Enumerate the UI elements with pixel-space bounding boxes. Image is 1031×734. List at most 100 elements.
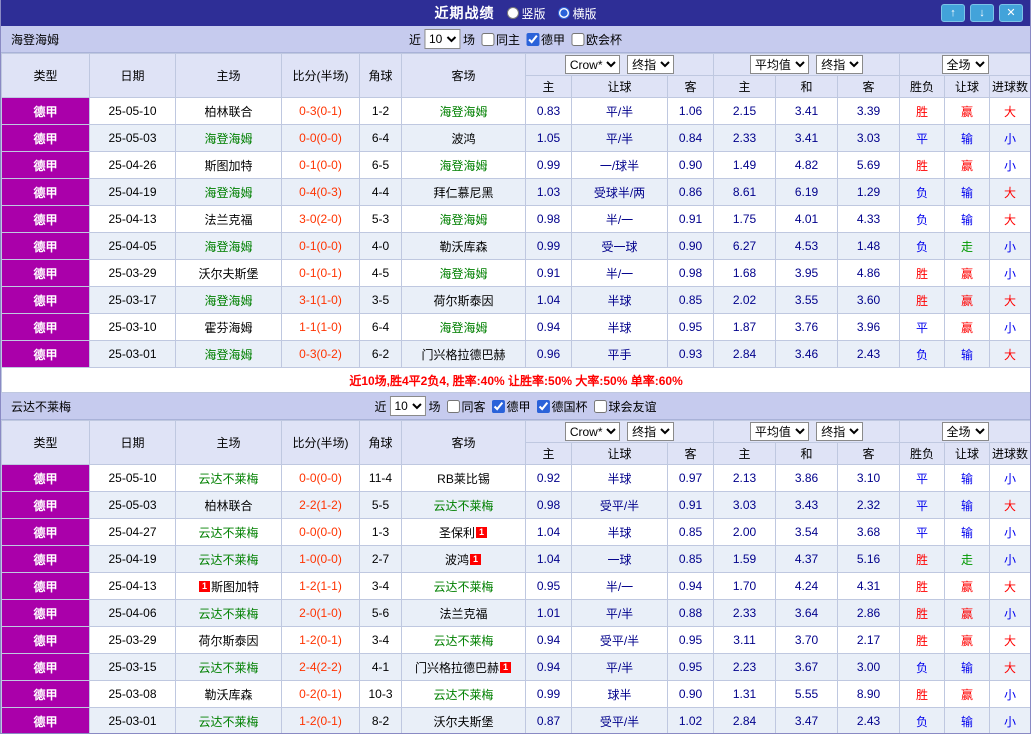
closing-odds-select[interactable]: 终指: [627, 422, 675, 441]
handicap-home-odds-cell: 0.91: [525, 259, 572, 287]
dfb-pokal-checkbox[interactable]: [536, 399, 550, 413]
filter-club-friendly[interactable]: 球会友谊: [593, 398, 657, 415]
team-name: 柏林联合: [204, 104, 253, 119]
away-team-cell: 拜仁慕尼黑: [401, 178, 526, 206]
col-avg-draw: 和: [775, 442, 839, 465]
league-cell: 德甲: [1, 572, 90, 600]
avg-draw-odds-cell: 3.55: [775, 286, 839, 314]
away-team-cell: RB莱比锡: [401, 464, 526, 492]
filter-same-away[interactable]: 同客: [446, 398, 486, 415]
filter-bundesliga[interactable]: 德甲: [491, 398, 531, 415]
wdl-result-cell: 胜: [899, 545, 946, 573]
team-name: 海登海姆: [204, 185, 253, 200]
home-team-cell: 霍芬海姆: [175, 313, 282, 341]
away-team-cell: 沃尔夫斯堡: [401, 707, 526, 733]
away-team-cell: 波鸿 1: [401, 545, 526, 573]
closing-odds-select[interactable]: 终指: [627, 55, 675, 74]
horizontal-layout-radio[interactable]: [557, 7, 570, 19]
corners-cell: 6-2: [359, 340, 402, 368]
avg-home-odds-cell: 1.70: [713, 572, 777, 600]
handicap-away-odds-cell: 1.02: [666, 707, 715, 733]
handicap-away-odds-cell: 0.84: [666, 124, 715, 152]
scope-select[interactable]: 全场: [941, 422, 989, 441]
handicap-line-cell: 球半: [571, 680, 668, 708]
avg-home-odds-cell: 3.11: [713, 626, 777, 654]
handicap-away-odds-cell: 0.91: [666, 491, 715, 519]
league-cell: 德甲: [1, 518, 90, 546]
bookmaker-select[interactable]: Crow*: [564, 422, 620, 441]
filter-bundesliga[interactable]: 德甲: [526, 31, 565, 48]
close-button[interactable]: ✕: [999, 4, 1023, 22]
scroll-up-button[interactable]: ↑: [941, 4, 965, 22]
handicap-home-odds-cell: 0.87: [525, 707, 572, 733]
team-name: 法兰克福: [204, 212, 253, 227]
wdl-result-cell: 胜: [899, 599, 946, 627]
corners-cell: 4-4: [359, 178, 402, 206]
handicap-result-cell: 赢: [944, 599, 991, 627]
handicap-away-odds-cell: 0.94: [666, 572, 715, 600]
recent-count-select[interactable]: 10: [423, 29, 460, 49]
wdl-result-cell: 负: [899, 707, 946, 733]
closing-odds-select-2[interactable]: 终指: [816, 55, 864, 74]
avg-home-odds-cell: 3.03: [713, 491, 777, 519]
avg-away-odds-cell: 1.48: [837, 232, 901, 260]
home-team-cell: 海登海姆: [175, 124, 282, 152]
away-team-cell: 海登海姆: [401, 205, 526, 233]
scope-select[interactable]: 全场: [941, 55, 989, 74]
col-result-handicap: 让球: [944, 75, 991, 98]
bundesliga-checkbox[interactable]: [491, 399, 505, 413]
scroll-down-button[interactable]: ↓: [970, 4, 994, 22]
goals-result-cell: 大: [989, 286, 1030, 314]
avg-away-odds-cell: 2.17: [837, 626, 901, 654]
league-cell: 德甲: [1, 205, 90, 233]
handicap-line-cell: 平/半: [571, 599, 668, 627]
away-team-cell: 勒沃库森: [401, 232, 526, 260]
handicap-home-odds-cell: 0.96: [525, 340, 572, 368]
league-cell: 德甲: [1, 464, 90, 492]
closing-odds-select-2[interactable]: 终指: [816, 422, 864, 441]
average-odds-select[interactable]: 平均值: [749, 55, 809, 74]
col-score: 比分(半场): [281, 420, 360, 465]
recent-count-select[interactable]: 10: [389, 396, 426, 416]
avg-draw-odds-cell: 3.47: [775, 707, 839, 733]
col-corners: 角球: [359, 420, 402, 465]
avg-away-odds-cell: 1.29: [837, 178, 901, 206]
bundesliga-checkbox[interactable]: [526, 32, 540, 46]
average-odds-select[interactable]: 平均值: [749, 422, 809, 441]
same-away-checkbox[interactable]: [446, 399, 460, 413]
filter-dfb-pokal[interactable]: 德国杯: [536, 398, 588, 415]
handicap-line-cell: 受平/半: [571, 491, 668, 519]
layout-radio-horizontal[interactable]: 横版: [557, 5, 597, 22]
team2-filter-bar: 近 10 场 同客 德甲 德国杯 球会友谊: [374, 396, 657, 416]
handicap-result-cell: 输: [944, 464, 991, 492]
team-name: 圣保利: [438, 525, 475, 540]
same-home-checkbox[interactable]: [480, 32, 494, 46]
match-row: 德甲 25-05-03 海登海姆 0-0(0-0) 6-4 波鸿 1.05 平/半 0.84 2.…: [1, 124, 1030, 152]
conference-league-checkbox[interactable]: [571, 32, 585, 46]
filter-same-home[interactable]: 同主: [480, 31, 520, 48]
avg-away-odds-cell: 3.68: [837, 518, 901, 546]
vertical-layout-radio[interactable]: [506, 7, 519, 19]
home-team-cell: 沃尔夫斯堡: [175, 259, 282, 287]
avg-draw-odds-cell: 3.67: [775, 653, 839, 681]
avg-draw-odds-cell: 3.64: [775, 599, 839, 627]
layout-radio-vertical[interactable]: 竖版: [506, 5, 546, 22]
handicap-home-odds-cell: 1.04: [525, 545, 572, 573]
bookmaker-select[interactable]: Crow*: [564, 55, 620, 74]
team-name: 法兰克福: [439, 606, 488, 621]
handicap-result-cell: 输: [944, 707, 991, 733]
red-card-badge: 1: [476, 526, 487, 538]
goals-result-cell: 大: [989, 572, 1030, 600]
red-card-badge: 1: [470, 553, 481, 565]
col-date: 日期: [89, 53, 176, 98]
europe-odds-header: 平均值 终指: [713, 420, 901, 443]
avg-draw-odds-cell: 5.55: [775, 680, 839, 708]
corners-cell: 5-6: [359, 599, 402, 627]
score-cell: 1-2(0-1): [281, 707, 360, 733]
score-cell: 2-0(1-0): [281, 599, 360, 627]
goals-result-cell: 小: [989, 313, 1030, 341]
club-friendly-checkbox[interactable]: [593, 399, 607, 413]
filter-conference-league[interactable]: 欧会杯: [571, 31, 622, 48]
corners-cell: 6-5: [359, 151, 402, 179]
home-team-cell: 柏林联合: [175, 97, 282, 125]
